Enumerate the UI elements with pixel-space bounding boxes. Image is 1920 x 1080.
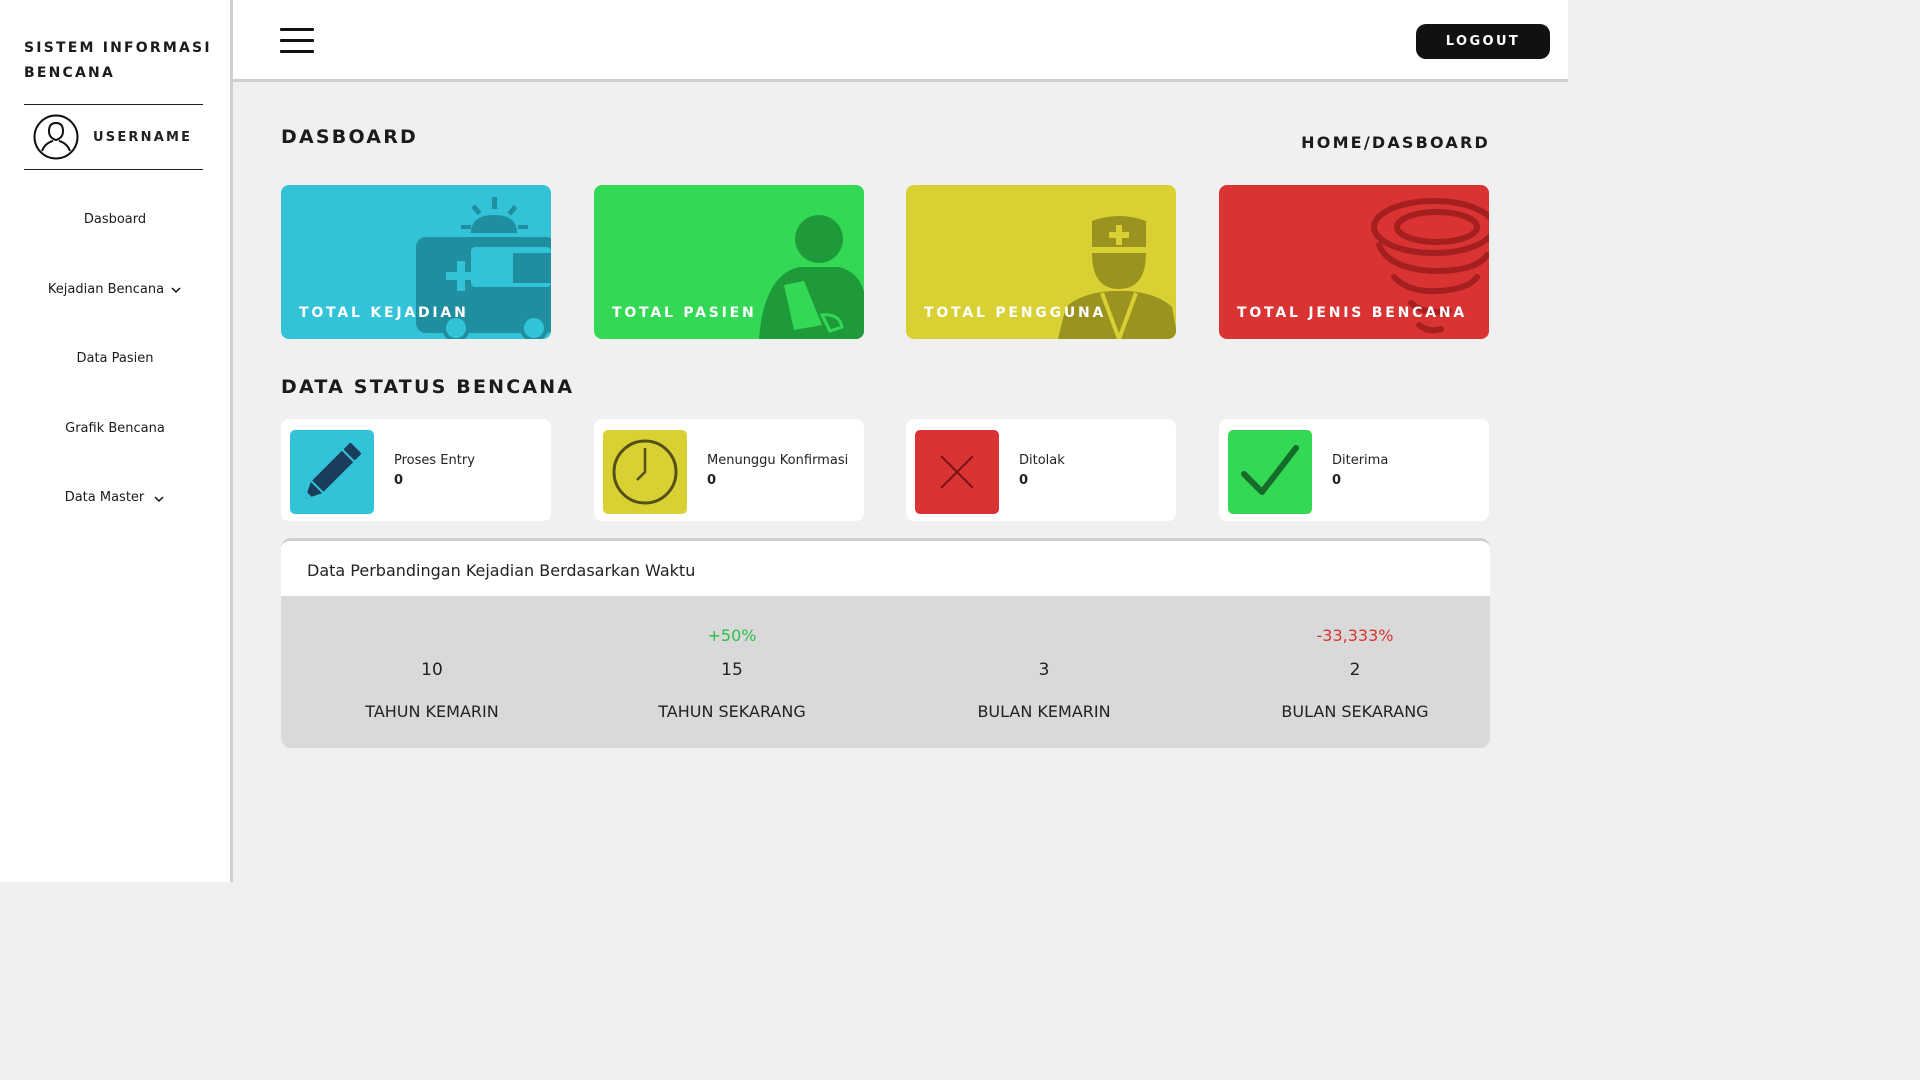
breadcrumb: HOME/DASBOARD (1301, 133, 1490, 152)
sidebar-item-label: Data Master (64, 490, 145, 505)
comparison-value: 3 (1038, 660, 1050, 680)
sidebar-item-kejadian-bencana[interactable]: Kejadian Bencana (0, 282, 230, 297)
comparison-label: TAHUN KEMARIN (365, 702, 499, 721)
comparison-col-tahun-sekarang: +50% 15 TAHUN SEKARANG (581, 596, 883, 748)
stat-label: TOTAL JENIS BENCANA (1237, 305, 1468, 321)
stat-card-total-pasien[interactable]: TOTAL PASIEN (594, 185, 864, 339)
stat-card-total-jenis-bencana[interactable]: TOTAL JENIS BENCANA (1219, 185, 1489, 339)
status-count: 0 (394, 473, 404, 488)
comparison-col-bulan-sekarang: -33,333% 2 BULAN SEKARANG (1204, 596, 1490, 748)
comparison-value: 2 (1349, 660, 1361, 680)
pencil-icon (290, 430, 374, 514)
status-card-ditolak[interactable]: Ditolak 0 (906, 419, 1176, 521)
status-name: Ditolak (1019, 453, 1065, 468)
topbar-border (233, 79, 1568, 82)
status-count: 0 (707, 473, 717, 488)
status-name: Proses Entry (394, 453, 475, 468)
comparison-value: 10 (421, 660, 443, 680)
check-icon (1228, 430, 1312, 514)
user-profile[interactable]: USERNAME (33, 114, 192, 160)
sidebar-divider (24, 169, 203, 170)
comparison-title: Data Perbandingan Kejadian Berdasarkan W… (307, 561, 696, 580)
sidebar-divider (24, 104, 203, 105)
comparison-label: BULAN KEMARIN (977, 702, 1111, 721)
user-outline-icon (33, 114, 79, 160)
comparison-header: Data Perbandingan Kejadian Berdasarkan W… (281, 538, 1490, 596)
status-count: 0 (1019, 473, 1029, 488)
sidebar-item-label: Dasboard (83, 212, 147, 227)
sidebar-item-data-master[interactable]: Data Master (0, 490, 230, 505)
logout-button[interactable]: LOGOUT (1416, 24, 1550, 59)
comparison-col-bulan-kemarin: 3 BULAN KEMARIN (893, 596, 1195, 748)
chevron-down-icon (171, 286, 181, 293)
sidebar-item-label: Kejadian Bencana (47, 282, 165, 297)
section-title-status: DATA STATUS BENCANA (281, 376, 575, 398)
stat-card-total-pengguna[interactable]: TOTAL PENGGUNA (906, 185, 1176, 339)
change-percent: +50% (707, 626, 757, 645)
app-title: SISTEM INFORMASI BENCANA (24, 40, 212, 81)
status-card-diterima[interactable]: Diterima 0 (1219, 419, 1489, 521)
topbar (233, 0, 1568, 79)
sidebar-item-grafik-bencana[interactable]: Grafik Bencana (0, 421, 230, 436)
chevron-down-icon (154, 496, 164, 503)
comparison-value: 15 (721, 660, 743, 680)
stat-label: TOTAL PENGGUNA (924, 305, 1107, 321)
username-label: USERNAME (93, 129, 193, 145)
change-percent: -33,333% (1316, 626, 1394, 645)
x-mark-icon (915, 430, 999, 514)
sidebar: SISTEM INFORMASI BENCANA USERNAME Dasboa… (0, 0, 230, 882)
stat-card-total-kejadian[interactable]: TOTAL KEJADIAN (281, 185, 551, 339)
clock-icon (603, 430, 687, 514)
sidebar-item-data-pasien[interactable]: Data Pasien (0, 351, 230, 366)
sidebar-item-dasboard[interactable]: Dasboard (0, 212, 230, 227)
stat-label: TOTAL PASIEN (612, 305, 757, 321)
sidebar-border (230, 0, 233, 882)
sidebar-item-label: Grafik Bencana (65, 421, 165, 436)
status-card-menunggu-konfirmasi[interactable]: Menunggu Konfirmasi 0 (594, 419, 864, 521)
comparison-label: TAHUN SEKARANG (658, 702, 806, 721)
comparison-label: BULAN SEKARANG (1281, 702, 1429, 721)
sidebar-item-label: Data Pasien (76, 351, 154, 366)
status-name: Diterima (1332, 453, 1389, 468)
status-name: Menunggu Konfirmasi (707, 453, 849, 468)
status-card-proses-entry[interactable]: Proses Entry 0 (281, 419, 551, 521)
hamburger-icon[interactable] (280, 28, 314, 54)
status-count: 0 (1332, 473, 1342, 488)
comparison-panel: Data Perbandingan Kejadian Berdasarkan W… (281, 538, 1490, 748)
page-title: DASBOARD (281, 126, 418, 148)
comparison-col-tahun-kemarin: 10 TAHUN KEMARIN (281, 596, 583, 748)
stat-label: TOTAL KEJADIAN (299, 305, 469, 321)
